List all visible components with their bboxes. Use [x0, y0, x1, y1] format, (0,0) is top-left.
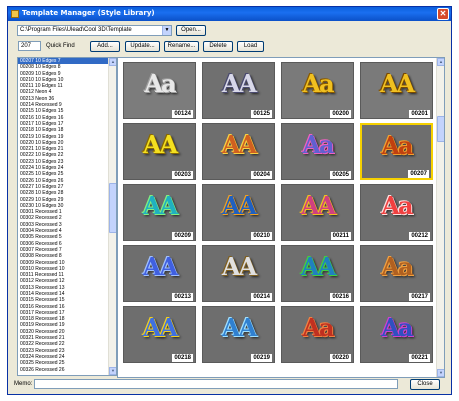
style-preview-art: Aa	[302, 69, 334, 98]
style-preview-art: Aa	[381, 131, 413, 160]
open-button[interactable]: Open...	[176, 25, 206, 36]
style-preview-art: AA	[300, 191, 336, 220]
template-thumbnail[interactable]: Aa 00200	[281, 62, 354, 119]
grid-scroll-up-arrow-icon[interactable]: ▲	[437, 58, 444, 66]
thumbnail-grid: Aa 00124 AA 00125 Aa 00200 AA 00201 AA 00203 AA 002…	[117, 57, 445, 378]
template-thumbnail[interactable]: Aa 00220	[281, 306, 354, 363]
template-path-dropdown[interactable]: C:\Program Files\Ulead\Cool 3D\Template …	[17, 25, 172, 36]
rename-button[interactable]: Rename...	[164, 41, 199, 52]
style-preview-art: AA	[142, 252, 178, 281]
template-thumbnail[interactable]: AA 00211	[281, 184, 354, 241]
style-preview-art: AA	[221, 313, 257, 342]
thumbnail-number-label: 00216	[330, 293, 351, 301]
thumbnail-number-label: 00210	[251, 232, 272, 240]
template-thumbnail[interactable]: AA 00219	[202, 306, 275, 363]
style-preview-art: Aa	[381, 313, 413, 342]
style-preview-art: AA	[142, 191, 178, 220]
list-item[interactable]: 00326 Recessed 26	[18, 367, 116, 373]
list-scrollbar-thumb[interactable]	[109, 183, 116, 233]
scroll-down-arrow-icon[interactable]: ▼	[109, 367, 116, 375]
thumbnail-number-label: 00124	[172, 110, 193, 118]
thumbnail-number-label: 00203	[172, 171, 193, 179]
thumbnail-number-label: 00209	[172, 232, 193, 240]
thumbnail-number-label: 00213	[172, 293, 193, 301]
thumbnail-number-label: 00207	[408, 170, 429, 178]
thumbnail-number-label: 00221	[409, 354, 430, 362]
add-button[interactable]: Add...	[90, 41, 120, 52]
load-button[interactable]: Load	[237, 41, 264, 52]
chevron-down-icon[interactable]: ▼	[162, 26, 171, 35]
style-preview-art: AA	[142, 313, 178, 342]
scroll-up-arrow-icon[interactable]: ▲	[109, 58, 116, 66]
template-thumbnail[interactable]: AA 00203	[123, 123, 196, 180]
style-preview-art: Aa	[302, 130, 334, 159]
grid-scrollbar[interactable]: ▲ ▼	[436, 58, 444, 377]
title-bar[interactable]: Template Manager (Style Library) ✕	[8, 7, 451, 21]
grid-scrollbar-thumb[interactable]	[437, 116, 444, 142]
thumbnail-number-label: 00125	[251, 110, 272, 118]
template-manager-window: Template Manager (Style Library) ✕ C:\Pr…	[7, 6, 452, 395]
style-preview-art: AA	[221, 69, 257, 98]
style-preview-art: AA	[221, 191, 257, 220]
style-preview-art: Aa	[381, 252, 413, 281]
template-thumbnail[interactable]: Aa 00212	[360, 184, 433, 241]
update-button[interactable]: Update...	[125, 41, 160, 52]
style-preview-art: AA	[379, 69, 415, 98]
style-list-rows: 00207 10 Edges 7 00208 10 Edges 8 00209 10…	[18, 58, 116, 373]
thumbnail-number-label: 00218	[172, 354, 193, 362]
template-thumbnail[interactable]: Aa 00217	[360, 245, 433, 302]
style-preview-art: AA	[221, 252, 257, 281]
template-path-value: C:\Program Files\Ulead\Cool 3D\Template	[20, 27, 132, 33]
thumbnail-number-label: 00201	[409, 110, 430, 118]
template-thumbnail[interactable]: AA 00218	[123, 306, 196, 363]
position-input[interactable]: 207	[18, 41, 41, 51]
app-icon	[11, 10, 19, 18]
grid-scroll-down-arrow-icon[interactable]: ▼	[437, 369, 444, 377]
style-preview-art: AA	[142, 130, 178, 159]
template-thumbnail[interactable]: AA 00216	[281, 245, 354, 302]
template-thumbnail[interactable]: AA 00204	[202, 123, 275, 180]
delete-button[interactable]: Delete	[203, 41, 233, 52]
template-thumbnail[interactable]: AA 00213	[123, 245, 196, 302]
thumbnail-number-label: 00214	[251, 293, 272, 301]
list-scrollbar[interactable]: ▲ ▼	[108, 58, 116, 375]
style-preview-art: Aa	[381, 191, 413, 220]
style-preview-art: AA	[300, 252, 336, 281]
thumbnail-number-label: 00211	[330, 232, 351, 240]
template-thumbnail[interactable]: AA 00125	[202, 62, 275, 119]
thumbnail-number-label: 00204	[251, 171, 272, 179]
quick-find-label: Quick Find	[46, 43, 75, 49]
template-thumbnail[interactable]: Aa 00205	[281, 123, 354, 180]
style-list[interactable]: 00207 10 Edges 7 00208 10 Edges 8 00209 10…	[17, 57, 117, 376]
memo-input[interactable]	[34, 379, 398, 389]
template-thumbnail[interactable]: AA 00209	[123, 184, 196, 241]
thumbnail-number-label: 00212	[409, 232, 430, 240]
window-title: Template Manager (Style Library)	[22, 9, 155, 17]
template-thumbnail[interactable]: Aa 00221	[360, 306, 433, 363]
template-thumbnail[interactable]: AA 00214	[202, 245, 275, 302]
style-preview-art: Aa	[302, 313, 334, 342]
close-window-button[interactable]: ✕	[437, 8, 449, 20]
template-thumbnail[interactable]: Aa 00124	[123, 62, 196, 119]
thumbnail-number-label: 00219	[251, 354, 272, 362]
thumbnail-number-label: 00217	[409, 293, 430, 301]
close-button[interactable]: Close	[410, 379, 440, 390]
style-preview-art: AA	[221, 130, 257, 159]
style-preview-art: Aa	[144, 69, 176, 98]
memo-label: Memo:	[14, 381, 33, 387]
template-thumbnail[interactable]: AA 00201	[360, 62, 433, 119]
template-thumbnail[interactable]: AA 00210	[202, 184, 275, 241]
thumbnail-number-label: 00220	[330, 354, 351, 362]
thumbnail-number-label: 00205	[330, 171, 351, 179]
thumbnail-number-label: 00200	[330, 110, 351, 118]
template-thumbnail[interactable]: Aa 00207	[360, 123, 433, 180]
